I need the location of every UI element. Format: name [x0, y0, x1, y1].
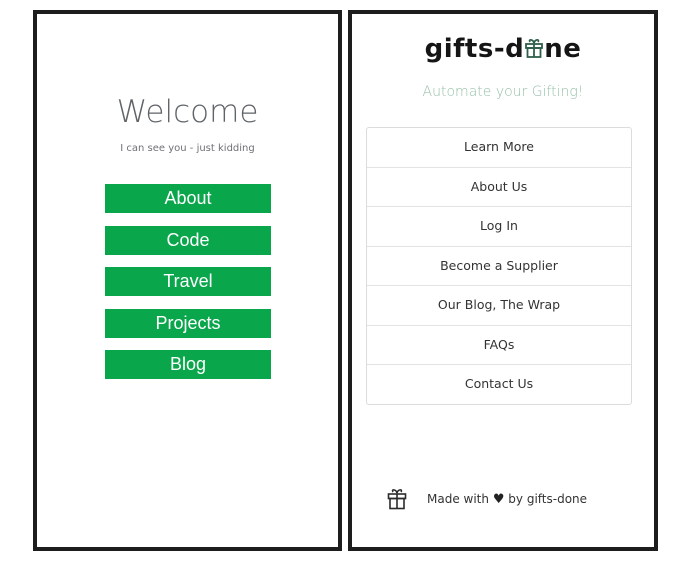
nav-item-log-in[interactable]: Log In: [367, 207, 631, 247]
footer-by-link[interactable]: by gifts-done: [508, 492, 587, 506]
travel-button[interactable]: Travel: [105, 267, 271, 296]
nav-item-faqs[interactable]: FAQs: [367, 326, 631, 365]
footer-text: Made with ♥ by gifts-done: [427, 492, 587, 507]
nav-item-become-supplier[interactable]: Become a Supplier: [367, 247, 631, 286]
logo-text-start: gifts-d: [424, 34, 525, 64]
footer-made-with: Made with: [427, 491, 489, 506]
gift-icon: [387, 489, 407, 510]
code-button[interactable]: Code: [105, 225, 271, 255]
nav-list: Learn More About Us Log In Become a Supp…: [366, 127, 632, 405]
nav-item-learn-more[interactable]: Learn More: [367, 128, 631, 168]
footer: Made with ♥ by gifts-done: [387, 484, 587, 514]
about-button[interactable]: About: [105, 184, 271, 213]
left-phone-screen: Welcome I can see you - just kidding Abo…: [33, 10, 342, 551]
projects-button[interactable]: Projects: [105, 308, 271, 338]
nav-item-about-us[interactable]: About Us: [367, 168, 631, 207]
nav-item-contact-us[interactable]: Contact Us: [367, 365, 631, 404]
gift-box-logo-icon: [525, 38, 544, 58]
right-phone-screen: gifts-d ne Automate your Gifting! Learn …: [348, 10, 658, 551]
gifts-done-logo[interactable]: gifts-d ne: [352, 34, 654, 64]
tagline: Automate your Gifting!: [422, 84, 584, 100]
welcome-heading: Welcome: [116, 94, 259, 130]
blog-button[interactable]: Blog: [105, 350, 271, 379]
main-menu: About Code Travel Projects Blog: [105, 184, 271, 392]
nav-item-blog[interactable]: Our Blog, The Wrap: [367, 286, 631, 326]
heart-icon: ♥: [492, 491, 505, 507]
welcome-subtitle: I can see you - just kidding: [120, 143, 255, 154]
logo-text-end: ne: [544, 34, 582, 64]
